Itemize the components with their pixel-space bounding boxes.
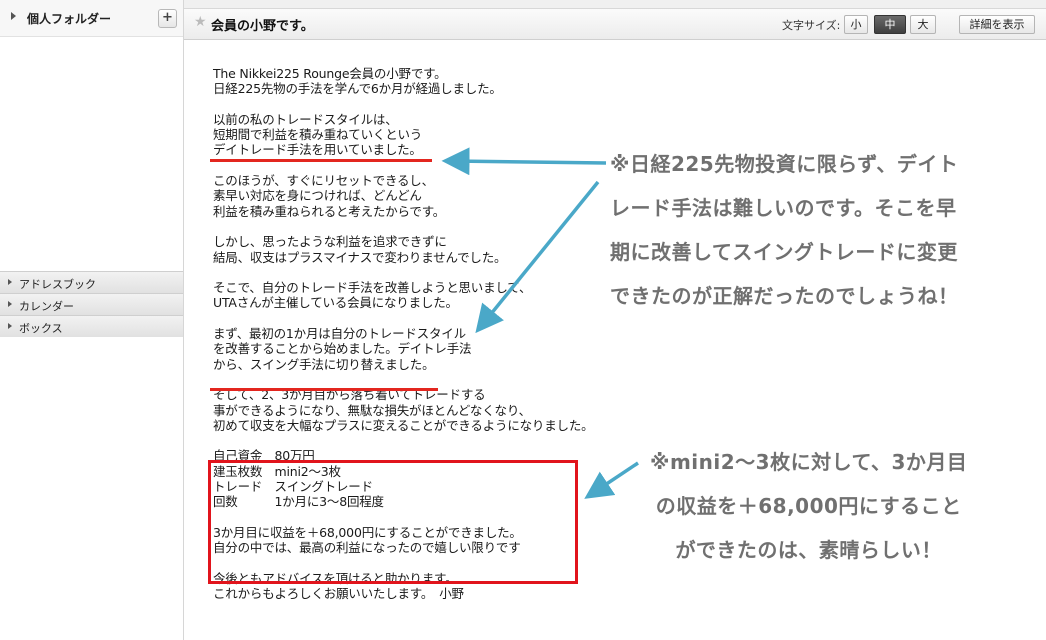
sidebar-section-box[interactable]: ボックス <box>0 315 183 337</box>
annotation-note-1: ※日経225先物投資に限らず、デイト レード手法は難しいのです。そこを早 期に改… <box>610 152 959 308</box>
highlight-underline <box>210 388 438 391</box>
sidebar-section-label: ボックス <box>19 322 63 335</box>
expand-triangle-icon <box>8 279 12 285</box>
sidebar-section-label: アドレスブック <box>19 278 96 291</box>
expand-triangle-icon <box>8 323 12 329</box>
annotation-note-2: ※mini2〜3枚に対して、3か月目 の収益を＋68,000円にすること ができ… <box>650 450 968 562</box>
star-icon[interactable]: ★ <box>194 14 207 30</box>
highlight-box <box>208 460 578 584</box>
font-medium-button[interactable]: 中 <box>874 15 906 34</box>
font-large-button[interactable]: 大 <box>910 15 936 34</box>
sidebar-section-address-book[interactable]: アドレスブック <box>0 271 183 293</box>
sidebar-section-label: カレンダー <box>19 300 74 313</box>
show-details-button[interactable]: 詳細を表示 <box>959 15 1035 34</box>
highlight-underline <box>210 159 432 162</box>
sidebar-section-calendar[interactable]: カレンダー <box>0 293 183 315</box>
message-toolbar: ★ 会員の小野です。 文字サイズ: 小 中 大 詳細を表示 <box>184 9 1046 40</box>
expand-triangle-icon[interactable] <box>11 12 16 20</box>
add-folder-button[interactable]: + <box>158 9 177 28</box>
message-subject: 会員の小野です。 <box>211 19 314 34</box>
expand-triangle-icon <box>8 301 12 307</box>
message-list-remnant <box>184 0 1046 9</box>
personal-folder-header[interactable]: 個人フォルダー + <box>0 0 183 37</box>
font-size-label: 文字サイズ: <box>782 19 841 32</box>
sidebar: 個人フォルダー + アドレスブック カレンダー ボックス <box>0 0 184 640</box>
font-small-button[interactable]: 小 <box>844 15 868 34</box>
personal-folder-label[interactable]: 個人フォルダー <box>27 10 111 27</box>
